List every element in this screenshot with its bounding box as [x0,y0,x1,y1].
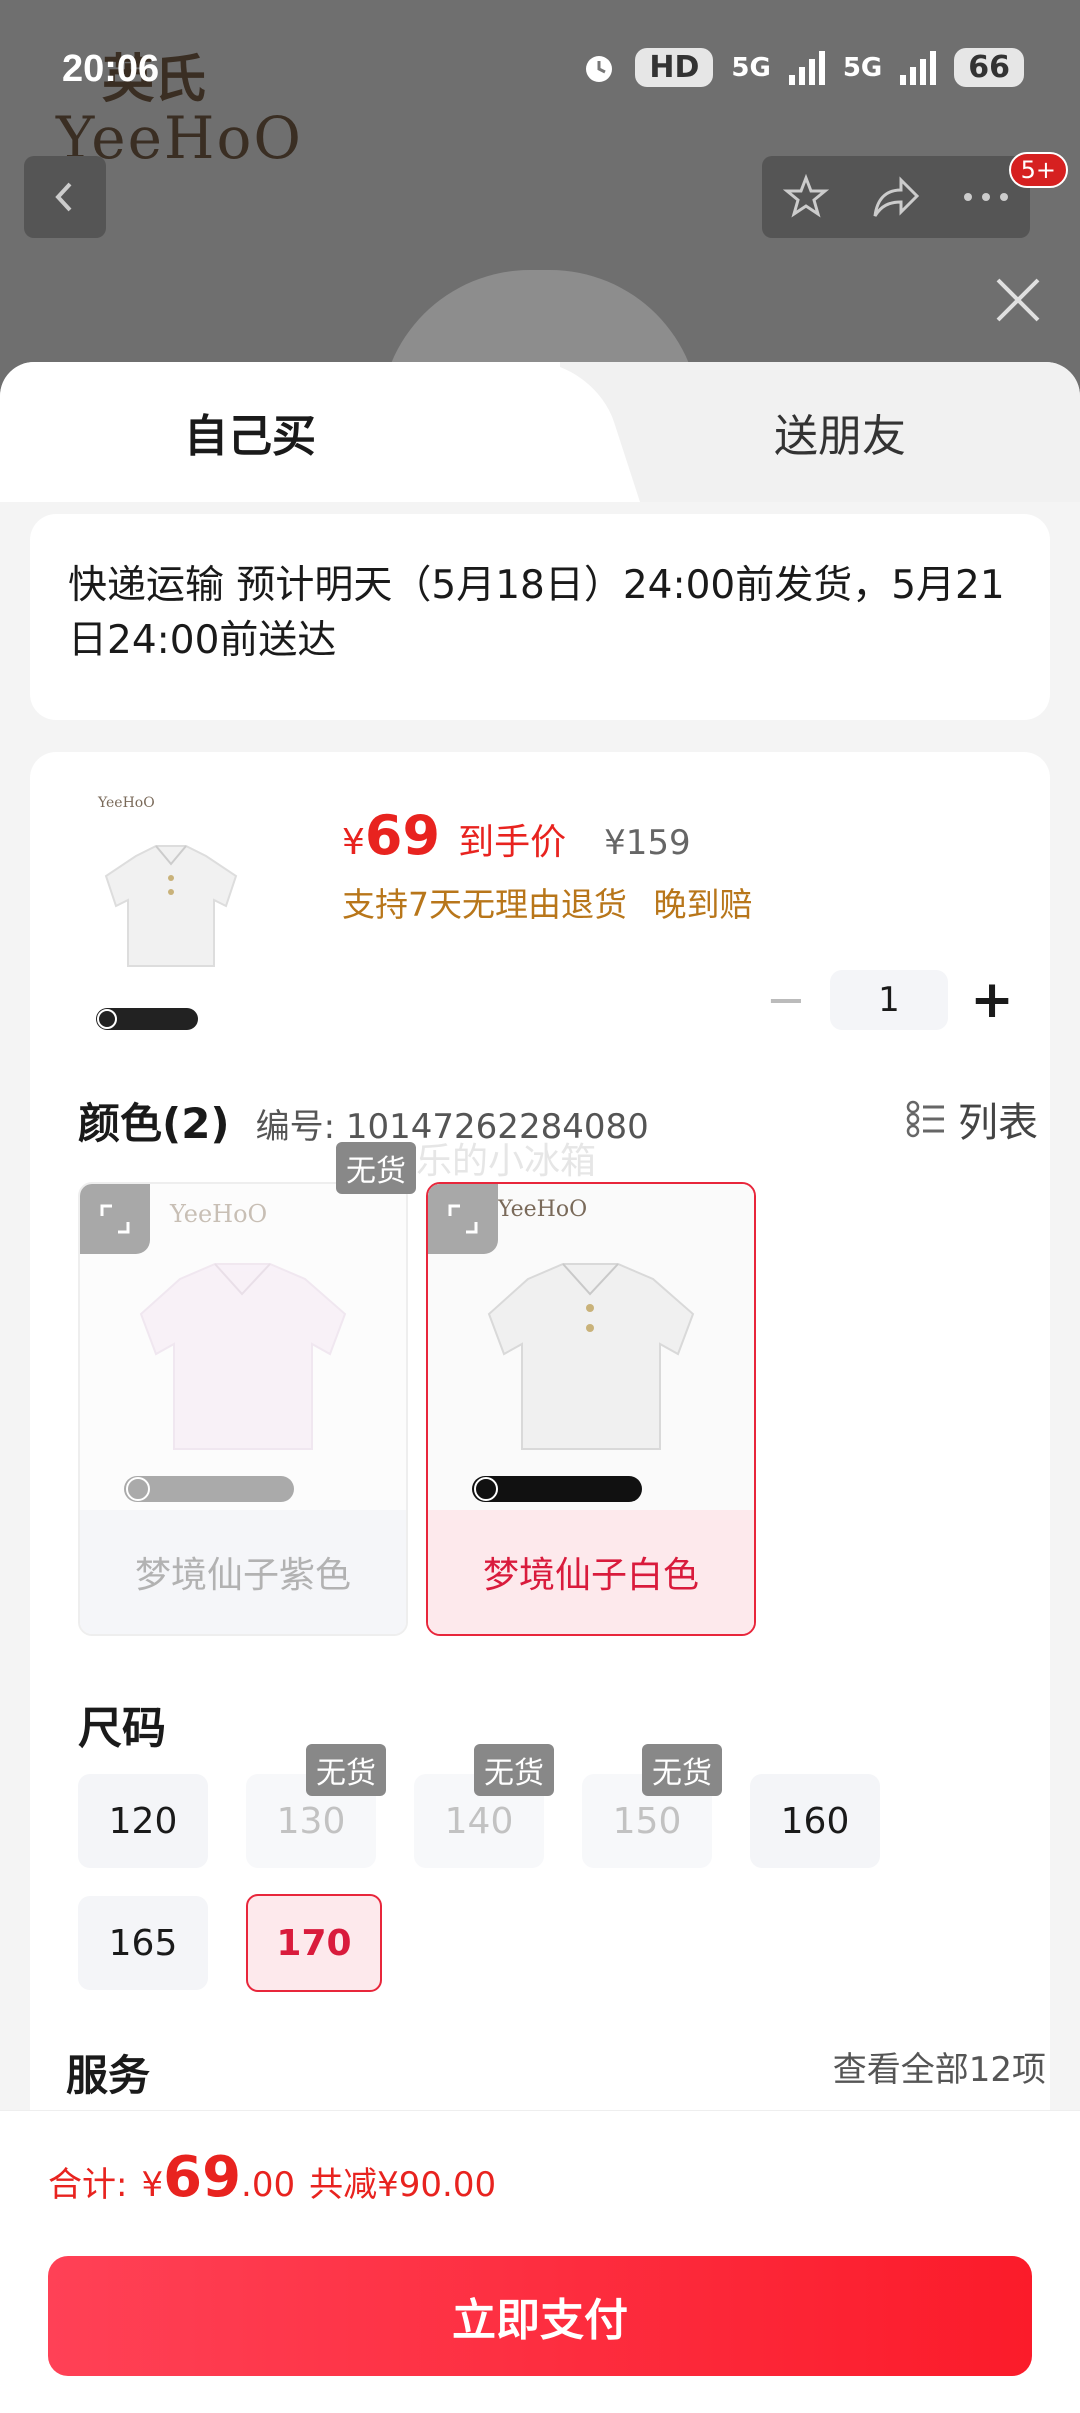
size-option-170[interactable]: 170 [246,1894,382,1992]
expand-icon[interactable] [428,1184,498,1254]
purchase-sheet: 送朋友 自己买 快递运输 预计明天（5月18日）24:00前发货，5月21日24… [0,362,1080,2412]
order-total: 合计: ¥ 69 .00 共减¥90.00 [48,2145,496,2210]
out-of-stock-tag: 无货 [336,1142,416,1194]
color-option-label: 梦境仙子紫色 [80,1510,406,1634]
tab-gift-friend[interactable]: 送朋友 [560,362,1080,502]
size-title: 尺码 [78,1703,166,1754]
checkout-footer: 合计: ¥ 69 .00 共减¥90.00 立即支付 [0,2110,1080,2413]
status-bar: 英氏 YeeHoO 20:06 HD 5G 5G 66 [0,0,1080,168]
header-actions [762,156,1030,238]
out-of-stock-tag: 无货 [642,1744,722,1796]
service-more[interactable]: 查看全部12项 [833,2042,1046,2091]
delivery-text: 快递运输 预计明天（5月18日）24:00前发货，5月21日24:00前送达 [68,563,1005,663]
status-time: 20:06 [62,48,160,90]
expand-icon[interactable] [80,1184,150,1254]
thumb-logo: YeeHoO [98,795,155,811]
close-icon[interactable] [988,270,1048,330]
delivery-card: 快递运输 预计明天（5月18日）24:00前发货，5月21日24:00前送达 [30,514,1050,720]
total-label: 合计: [48,2165,128,2205]
star-icon[interactable] [783,174,829,220]
product-thumbnail[interactable]: YeeHoO [76,796,266,1036]
size-option-165[interactable]: 165 [78,1896,208,1990]
network-5g-label-2: 5G [842,52,883,83]
hd-indicator: HD [635,48,714,87]
swatch-logo: YeeHoO [497,1197,587,1222]
color-option-purple[interactable]: YeeHoO 梦境仙子紫色 [78,1182,408,1636]
swatch-logo: YeeHoO [169,1200,267,1228]
color-option-label: 梦境仙子白色 [428,1510,754,1634]
service-title: 服务 [66,2051,151,2100]
total-decimal: .00 [241,2165,296,2205]
tab-buy-self[interactable]: 自己买 [0,362,560,502]
pay-now-button[interactable]: 立即支付 [48,2256,1032,2376]
chevron-left-icon [55,182,72,212]
color-title: 颜色(2) [78,1099,230,1148]
decrease-button[interactable]: − [758,972,814,1028]
late-compensation: 晚到赔 [653,885,753,924]
service-row[interactable]: 服务 查看全部12项 [66,2042,1046,2103]
battery-icon: 66 [954,48,1024,87]
price-row: ¥ 69 到手价 ¥159 [342,804,691,867]
back-button[interactable] [24,156,106,238]
more-icon[interactable] [963,191,1009,203]
list-view-label: 列表 [958,1100,1038,1146]
signal-icon [788,50,825,85]
list-view-toggle[interactable]: 列表 [906,1090,1038,1148]
discount-amount: 共减¥90.00 [309,2165,497,2205]
signal-icon-2 [900,50,937,85]
status-icons: HD 5G 5G 66 [581,48,1024,87]
original-price: ¥159 [604,823,691,863]
alarm-icon [586,55,613,82]
service-promises: 支持7天无理由退货 晚到赔 [342,878,753,926]
purchase-tabs: 送朋友 自己买 [0,362,1080,502]
total-symbol: ¥ [141,2165,164,2205]
final-price: 69 [364,804,441,867]
increase-button[interactable]: + [964,970,1020,1030]
quantity-stepper: − 1 + [758,970,1020,1030]
share-icon[interactable] [871,174,921,220]
color-option-white[interactable]: YeeHoO 梦境仙子白色 [426,1182,756,1636]
total-amount: 69 [163,2145,242,2210]
final-price-label: 到手价 [458,822,567,863]
out-of-stock-tag: 无货 [306,1744,386,1796]
size-option-160[interactable]: 160 [750,1774,880,1868]
return-policy: 支持7天无理由退货 [342,885,627,924]
message-badge: 5+ [1008,152,1068,188]
price-symbol: ¥ [342,822,365,863]
out-of-stock-tag: 无货 [474,1744,554,1796]
network-5g-label: 5G [731,52,771,83]
quantity-value[interactable]: 1 [830,970,948,1030]
size-option-120[interactable]: 120 [78,1774,208,1868]
list-icon [906,1100,944,1138]
